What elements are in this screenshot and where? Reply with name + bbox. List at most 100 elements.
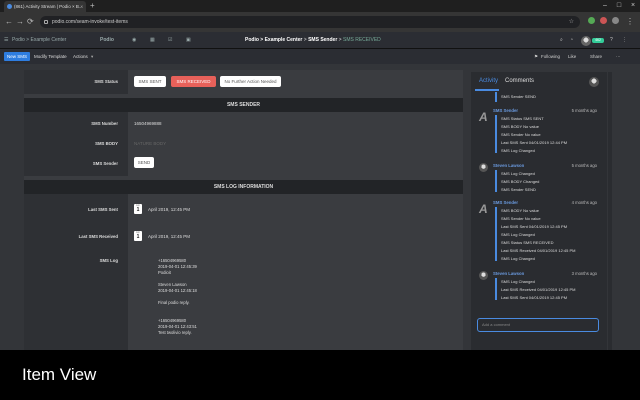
app-navbar: ☰ Podio > Example Center Podio ◉ ▦ ☑ ▣ P…: [0, 32, 640, 49]
change-bar: [495, 92, 497, 102]
close-tab-icon[interactable]: ×: [80, 1, 83, 12]
status-option-sms-received[interactable]: SMS RECEIVED: [171, 76, 216, 87]
sms-status-row: SMS Status SMS SENT SMS RECEIVED No Furt…: [24, 70, 463, 94]
status-option-no-further-action[interactable]: No Further Action Needed: [220, 76, 281, 87]
avatar[interactable]: [581, 36, 591, 46]
change-line: SMS Log Changed: [501, 148, 535, 153]
comment-input[interactable]: Add a comment: [477, 318, 599, 332]
change-line: SMS Sender SEND: [501, 94, 536, 99]
extension-icon[interactable]: [588, 17, 595, 24]
breadcrumb-current-item: SMS RECEIVED: [342, 37, 381, 43]
activity-author[interactable]: SMS Sender: [493, 200, 518, 205]
activity-author[interactable]: Steven Lawson: [493, 271, 524, 276]
activity-author[interactable]: SMS Sender: [493, 108, 518, 113]
calendar-icon: Apr 1: [134, 204, 142, 214]
actions-button[interactable]: Actions: [73, 52, 88, 61]
scrollbar[interactable]: [608, 72, 612, 350]
change-line: SMS Status SMS SENT: [501, 116, 544, 121]
last-sms-received-value[interactable]: April 2019, 12:45 PM: [148, 234, 190, 239]
sms-log-label: SMS Log: [99, 258, 118, 263]
breadcrumb-separator: >: [303, 37, 307, 43]
sms-log-value[interactable]: +16504969580 2019-04-01 12:45:39 Podioit…: [158, 258, 197, 336]
profile-icon[interactable]: [612, 17, 619, 24]
share-button[interactable]: Share: [590, 52, 602, 61]
extension-icon[interactable]: [600, 17, 607, 24]
notifications-icon[interactable]: ◔: [570, 32, 573, 49]
change-line: Last SMS Received 04/01/2019 12:45 PM: [501, 287, 576, 292]
activity-author[interactable]: Steven Lawson: [493, 163, 524, 168]
notification-badge[interactable]: 462: [592, 38, 604, 43]
back-icon[interactable]: ←: [5, 17, 13, 27]
tab-activity[interactable]: Activity: [479, 72, 498, 90]
change-line: SMS Log Changed: [501, 279, 535, 284]
avatar[interactable]: [589, 77, 599, 87]
change-bar: [495, 207, 497, 261]
maximize-icon[interactable]: □: [612, 0, 626, 12]
reload-icon[interactable]: ⟳: [27, 17, 34, 27]
browser-tab-bar: (861) Activity Stream | Podio × B... × +…: [0, 0, 640, 12]
following-button[interactable]: Following: [541, 52, 560, 61]
chat-icon[interactable]: ▣: [186, 32, 191, 49]
sms-sender-section-header: SMS SENDER: [24, 98, 463, 112]
change-line: SMS Sender No value: [501, 216, 541, 221]
change-line: SMS Log Changed: [501, 232, 535, 237]
breadcrumb-workspace[interactable]: Podio > Example Center: [245, 37, 302, 43]
calendar-icon[interactable]: ▦: [150, 32, 155, 49]
like-button[interactable]: Like: [568, 52, 576, 61]
sms-body-value[interactable]: NATURE BODY: [134, 141, 166, 146]
send-button[interactable]: SEND: [134, 157, 154, 168]
hamburger-icon[interactable]: ☰: [4, 32, 8, 49]
browser-menu-icon[interactable]: ⋮: [626, 17, 634, 27]
search-icon[interactable]: ⌕: [560, 32, 563, 49]
tab-comments[interactable]: Comments: [505, 72, 534, 90]
address-bar[interactable]: podio.com/seam-invoke/test-items ☆: [40, 16, 580, 28]
browser-tab[interactable]: (861) Activity Stream | Podio × B... ×: [4, 1, 86, 12]
forward-icon[interactable]: →: [16, 17, 24, 27]
change-line: SMS Log Changed: [501, 256, 535, 261]
sms-number-label: SMS Number: [91, 121, 118, 126]
last-sms-sent-label: Last SMS Sent: [88, 207, 118, 212]
change-line: SMS BODY No value: [501, 208, 539, 213]
change-bar: [495, 115, 497, 153]
change-line: SMS Log Changed: [501, 171, 535, 176]
avatar[interactable]: [479, 271, 488, 280]
activity-time: 5 months ago: [571, 108, 597, 113]
sms-log-fields: Last SMS Sent Apr 1 April 2019, 12:45 PM…: [24, 194, 463, 350]
contacts-icon[interactable]: ◉: [132, 32, 136, 49]
change-bar: [495, 170, 497, 192]
activity-time: 5 months ago: [571, 163, 597, 168]
help-icon[interactable]: ?: [610, 32, 613, 49]
sms-number-value[interactable]: 16504969888: [134, 121, 162, 126]
browser-tab-title: (861) Activity Stream | Podio × B...: [14, 4, 83, 9]
tasks-icon[interactable]: ☑: [168, 32, 172, 49]
modify-template-button[interactable]: Modify Template: [34, 52, 67, 61]
chevron-down-icon[interactable]: ▾: [91, 52, 93, 61]
last-sms-received-label: Last SMS Received: [78, 234, 118, 239]
bookmark-star-icon[interactable]: ☆: [569, 16, 574, 28]
minimize-icon[interactable]: –: [598, 0, 612, 12]
activity-sidebar: Activity Comments SMS Sender SEND A SMS …: [471, 72, 607, 350]
close-window-icon[interactable]: ×: [626, 0, 640, 12]
calendar-icon: Apr 1: [134, 231, 142, 241]
change-line: SMS Sender SEND: [501, 187, 536, 192]
sms-sender-label: SMS Sender: [92, 161, 118, 166]
last-sms-sent-value[interactable]: April 2019, 12:45 PM: [148, 207, 190, 212]
window-controls: – □ ×: [598, 0, 640, 12]
breadcrumb-app[interactable]: SMS Sender: [308, 37, 337, 43]
menu-icon[interactable]: ⋮: [622, 32, 627, 49]
active-tab-indicator: [475, 89, 499, 91]
podio-logo[interactable]: Podio: [100, 32, 114, 49]
sidebar-tabs: Activity Comments: [471, 72, 607, 92]
follow-icon[interactable]: ⚑: [534, 52, 538, 61]
new-sms-button[interactable]: New SMS: [4, 52, 31, 61]
status-option-sms-sent[interactable]: SMS SENT: [134, 76, 166, 87]
url-text: podio.com/seam-invoke/test-items: [52, 19, 128, 25]
change-line: Last SMS Sent 04/01/2019 12:45 PM: [501, 224, 568, 229]
new-tab-button[interactable]: +: [90, 1, 95, 11]
more-icon[interactable]: ⋯: [616, 52, 621, 61]
activity-time: 3 months ago: [571, 271, 597, 276]
activity-time: 4 months ago: [571, 200, 597, 205]
change-line: Last SMS Received 04/01/2019 12:45 PM: [501, 248, 576, 253]
workspace-switcher[interactable]: Podio > Example Center: [12, 32, 66, 49]
avatar[interactable]: [479, 163, 488, 172]
